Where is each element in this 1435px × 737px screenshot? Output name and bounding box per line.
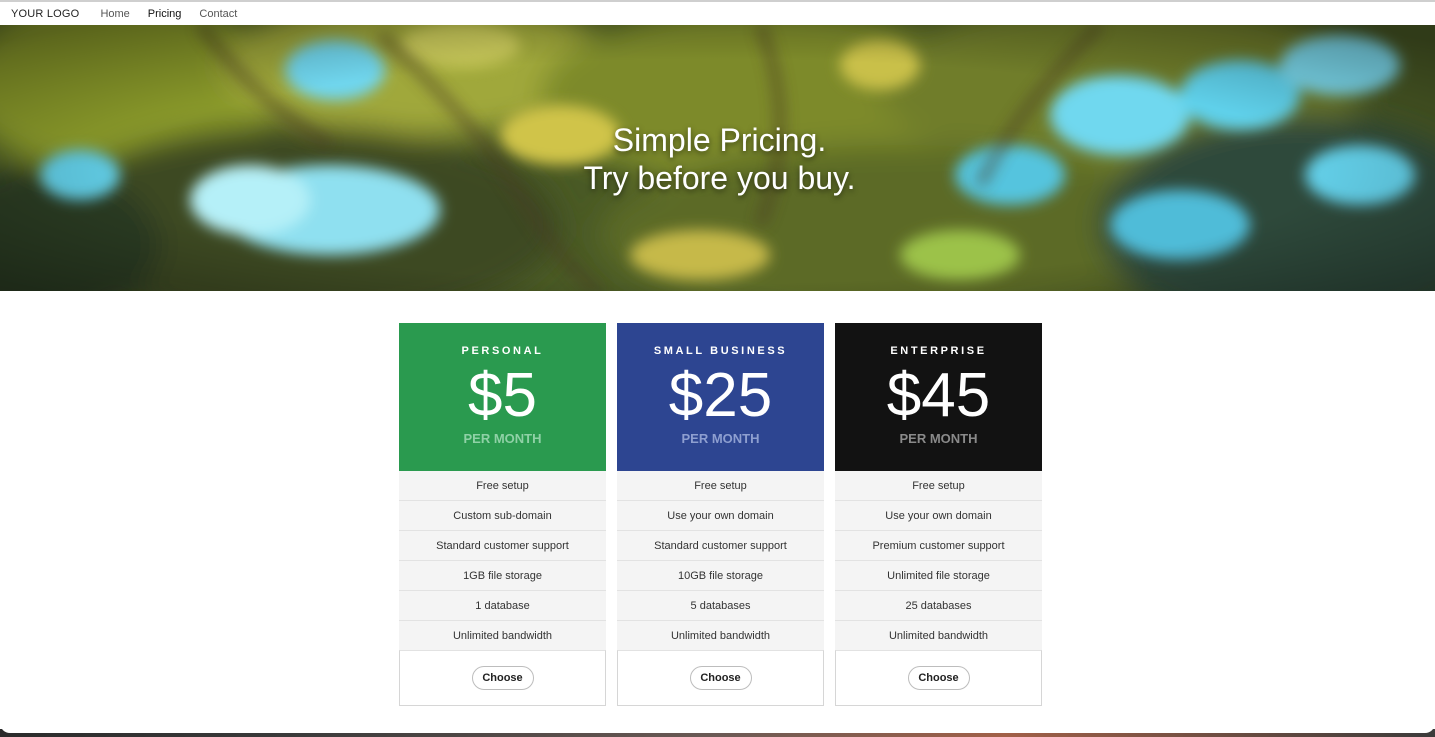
plan-header: PERSONAL $5 PER MONTH [399, 323, 606, 471]
feature-item: 25 databases [835, 591, 1042, 621]
nav-link-pricing[interactable]: Pricing [148, 8, 182, 20]
feature-item: Unlimited bandwidth [452, 630, 553, 642]
hero-headline-line2: Try before you buy. [583, 160, 856, 196]
plan-price: $25 [668, 361, 773, 430]
feature-item: Custom sub-domain [399, 501, 606, 531]
plan-name: SMALL BUSINESS [653, 345, 788, 357]
feature-item: Free setup [835, 471, 1042, 501]
feature-item: Unlimited bandwidth [670, 630, 771, 642]
logo[interactable]: YOUR LOGO [11, 8, 79, 20]
feature-item: Free setup [617, 471, 824, 501]
plan-footer: Choose [617, 650, 824, 706]
feature-item: Unlimited file storage [835, 561, 1042, 591]
choose-button-enterprise[interactable]: Choose [907, 666, 970, 690]
feature-item: Unlimited bandwidth [888, 630, 989, 642]
plan-period: PER MONTH [463, 431, 542, 446]
plan-footer: Choose [835, 650, 1042, 706]
plan-card-enterprise: ENTERPRISE $45 PER MONTH Free setup Use … [835, 323, 1042, 706]
choose-button-personal[interactable]: Choose [471, 666, 534, 690]
plan-footer: Choose [399, 650, 606, 706]
feature-item: Premium customer support [835, 531, 1042, 561]
choose-button-small-business[interactable]: Choose [689, 666, 752, 690]
plan-period: PER MONTH [681, 431, 760, 446]
nav-link-contact[interactable]: Contact [199, 8, 237, 20]
plan-name: ENTERPRISE [890, 345, 987, 357]
feature-item: Standard customer support [617, 531, 824, 561]
plan-header: ENTERPRISE $45 PER MONTH [835, 323, 1042, 471]
plan-period: PER MONTH [899, 431, 978, 446]
hero-banner: Simple Pricing. Try before you buy. [0, 25, 1435, 291]
pricing-plans: PERSONAL $5 PER MONTH Free setup Custom … [399, 323, 1042, 706]
nav-link-home[interactable]: Home [100, 8, 129, 20]
plan-features: Free setup Use your own domain Standard … [617, 471, 824, 650]
window-bottom-edge [0, 722, 1435, 733]
feature-item: 5 databases [617, 591, 824, 621]
feature-item: Free setup [399, 471, 606, 501]
plan-header: SMALL BUSINESS $25 PER MONTH [617, 323, 824, 471]
plan-price: $5 [468, 361, 537, 430]
plan-card-small-business: SMALL BUSINESS $25 PER MONTH Free setup … [617, 323, 824, 706]
feature-item: 10GB file storage [617, 561, 824, 591]
feature-item: Use your own domain [617, 501, 824, 531]
plan-card-personal: PERSONAL $5 PER MONTH Free setup Custom … [399, 323, 606, 706]
feature-item: Standard customer support [399, 531, 606, 561]
feature-item: 1GB file storage [399, 561, 606, 591]
plan-features: Free setup Use your own domain Premium c… [835, 471, 1042, 650]
plan-price: $45 [886, 361, 991, 430]
feature-item: Use your own domain [835, 501, 1042, 531]
feature-item: 1 database [399, 591, 606, 621]
hero-headline: Simple Pricing. Try before you buy. [0, 121, 1435, 197]
navbar: YOUR LOGO Home Pricing Contact [0, 2, 1435, 25]
hero-headline-line1: Simple Pricing. [612, 122, 827, 158]
plan-features: Free setup Custom sub-domain Standard cu… [399, 471, 606, 650]
plan-name: PERSONAL [461, 345, 544, 357]
